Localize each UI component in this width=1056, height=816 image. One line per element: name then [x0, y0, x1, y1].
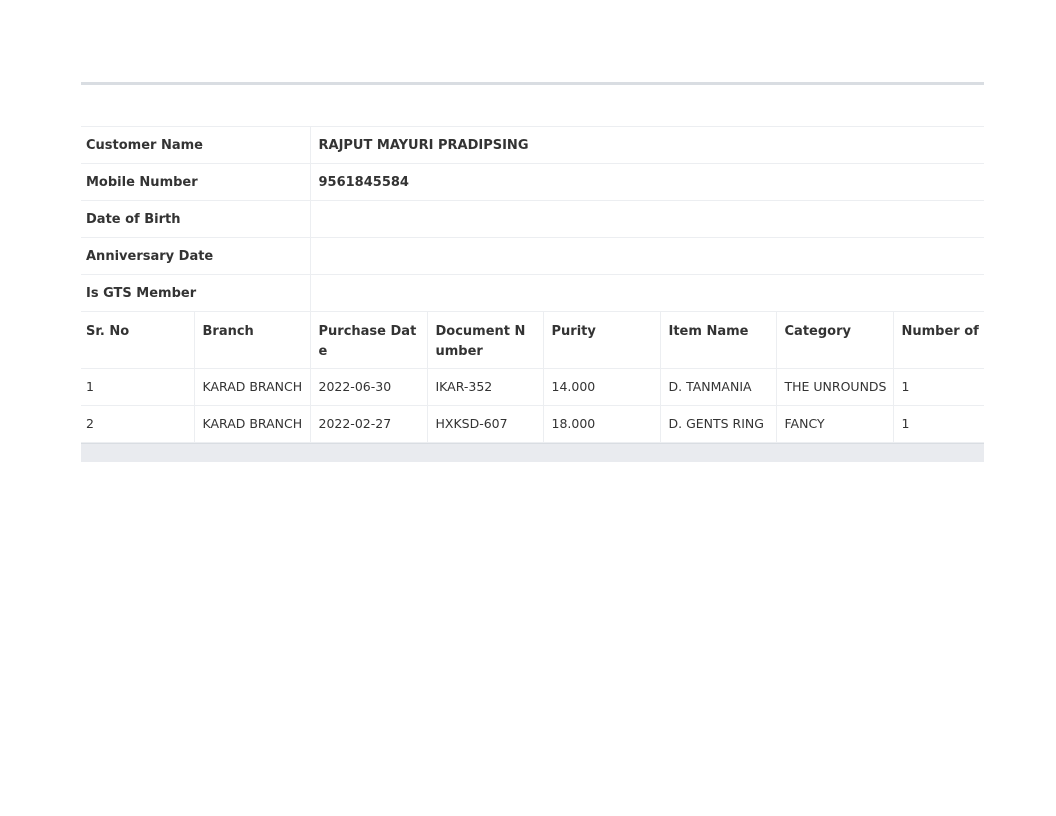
- column-header-document-number: Document Number: [426, 312, 543, 369]
- category-cell: THE UNROUNDS: [775, 368, 893, 406]
- mobile-number-label: Mobile Number: [81, 163, 310, 201]
- sr-no-cell: 2: [81, 405, 194, 443]
- customer-name-label: Customer Name: [81, 126, 310, 164]
- gts-member-row: Is GTS Member: [81, 274, 984, 312]
- column-header-purchase-date: Purchase Date: [309, 312, 427, 369]
- column-header-purity: Purity: [542, 312, 660, 369]
- anniversary-date-value: [309, 237, 984, 275]
- category-cell: FANCY: [775, 405, 893, 443]
- customer-detail-panel: Customer Name RAJPUT MAYURI PRADIPSING M…: [81, 126, 984, 462]
- anniversary-date-row: Anniversary Date: [81, 237, 984, 275]
- customer-name-value: RAJPUT MAYURI PRADIPSING: [309, 126, 984, 164]
- customer-info-table: Customer Name RAJPUT MAYURI PRADIPSING M…: [81, 126, 984, 312]
- customer-name-row: Customer Name RAJPUT MAYURI PRADIPSING: [81, 126, 984, 164]
- purchase-header-row: Sr. No Branch Purchase Date Document Num…: [81, 312, 984, 369]
- column-header-category: Category: [775, 312, 893, 369]
- purchase-date-cell: 2022-02-27: [309, 405, 427, 443]
- horizontal-scrollbar[interactable]: [81, 442, 984, 462]
- item-name-cell: D. GENTS RING: [659, 405, 776, 443]
- gts-member-value: [309, 274, 984, 312]
- date-of-birth-value: [309, 200, 984, 238]
- mobile-number-value: 9561845584: [309, 163, 984, 201]
- document-number-cell: HXKSD-607: [426, 405, 543, 443]
- purchase-date-cell: 2022-06-30: [309, 368, 427, 406]
- column-header-branch: Branch: [193, 312, 310, 369]
- item-name-cell: D. TANMANIA: [659, 368, 776, 406]
- branch-cell: KARAD BRANCH: [193, 405, 310, 443]
- date-of-birth-label: Date of Birth: [81, 200, 310, 238]
- branch-cell: KARAD BRANCH: [193, 368, 310, 406]
- table-row: 2 KARAD BRANCH 2022-02-27 HXKSD-607 18.0…: [81, 405, 984, 443]
- column-header-item-name: Item Name: [659, 312, 776, 369]
- column-header-number-of-pcs: Number of PCS: [892, 312, 984, 369]
- purity-cell: 18.000: [542, 405, 660, 443]
- column-header-sr-no: Sr. No: [81, 312, 194, 369]
- mobile-number-row: Mobile Number 9561845584: [81, 163, 984, 201]
- number-of-pcs-cell: 1: [892, 368, 984, 406]
- purity-cell: 14.000: [542, 368, 660, 406]
- gts-member-label: Is GTS Member: [81, 274, 310, 312]
- number-of-pcs-cell: 1: [892, 405, 984, 443]
- anniversary-date-label: Anniversary Date: [81, 237, 310, 275]
- header-divider: [81, 82, 984, 85]
- purchase-history-table: Sr. No Branch Purchase Date Document Num…: [81, 312, 984, 443]
- document-number-cell: IKAR-352: [426, 368, 543, 406]
- sr-no-cell: 1: [81, 368, 194, 406]
- table-row: 1 KARAD BRANCH 2022-06-30 IKAR-352 14.00…: [81, 368, 984, 406]
- date-of-birth-row: Date of Birth: [81, 200, 984, 238]
